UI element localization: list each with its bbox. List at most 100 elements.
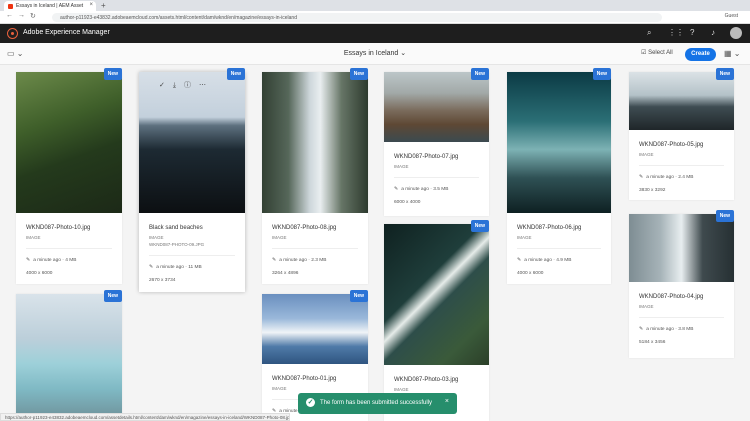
asset-thumbnail[interactable] [629, 72, 734, 130]
notifications-bell-icon[interactable]: ♪ [711, 28, 715, 37]
more-icon[interactable]: ⋯ [199, 82, 206, 89]
new-badge: New [103, 290, 122, 302]
asset-dimensions: 3830 x 3292 [639, 188, 666, 193]
asset-dimensions: 2670 x 3734 [149, 278, 176, 283]
pencil-icon: ✎ [26, 257, 31, 263]
reload-icon[interactable]: ↻ [30, 12, 36, 20]
asset-thumbnail[interactable] [139, 72, 245, 213]
asset-card[interactable]: ✓ ⤓ ⓘ ⋯ New Black sand beaches IMAGE WKND08… [139, 68, 245, 292]
asset-title: WKND087-Photo-06.jpg [517, 225, 582, 231]
new-badge: New [349, 290, 368, 302]
asset-thumbnail[interactable] [16, 294, 122, 421]
asset-type: IMAGE [272, 235, 287, 240]
download-icon[interactable]: ⤓ [173, 82, 176, 89]
select-check-icon[interactable]: ✓ [159, 82, 165, 89]
new-badge: New [470, 68, 489, 80]
avatar[interactable] [730, 27, 742, 39]
asset-type: IMAGE [26, 235, 41, 240]
asset-meta: ✎ a minute ago · 2.4 MB [639, 174, 694, 180]
new-badge: New [715, 68, 734, 80]
asset-thumbnail[interactable] [384, 72, 489, 142]
new-badge: New [715, 210, 734, 222]
aem-logo-icon[interactable] [7, 28, 18, 39]
quick-actions: ✓ ⤓ ⓘ ⋯ [159, 80, 214, 90]
asset-title: Black sand beaches [149, 225, 203, 231]
asset-type: IMAGE [149, 235, 164, 240]
chevron-down-icon: ⌄ [400, 50, 407, 57]
asset-meta: ✎ a minute ago · 3.5 MB [394, 186, 449, 192]
pencil-icon: ✎ [639, 174, 644, 180]
asset-filename: WKND087-PHOTO-09.JPG [149, 242, 205, 247]
help-icon[interactable]: ? [690, 28, 694, 37]
pencil-icon: ✎ [639, 326, 644, 332]
favicon-icon [8, 4, 13, 9]
create-button[interactable]: Create [685, 48, 716, 61]
asset-card[interactable]: New WKND087-Photo-03.jpg IMAGE [384, 220, 489, 421]
divider [639, 317, 724, 318]
asset-card[interactable]: New WKND087-Photo-07.jpg IMAGE ✎ a minute… [384, 68, 489, 216]
divider [394, 177, 479, 178]
pencil-icon: ✎ [149, 264, 154, 270]
divider [149, 255, 235, 256]
asset-type: IMAGE [639, 304, 654, 309]
view-switcher-icon[interactable]: ▦ ⌄ [724, 49, 740, 58]
asset-type: IMAGE [394, 164, 409, 169]
asset-title: WKND087-Photo-04.jpg [639, 294, 704, 300]
asset-thumbnail[interactable] [262, 72, 368, 213]
app-title[interactable]: Adobe Experience Manager [23, 29, 110, 36]
asset-card[interactable]: New WKND087-Photo-10.jpg IMAGE ✎ a minute… [16, 68, 122, 284]
asset-card[interactable]: New WKND087-Photo-06.jpg IMAGE ✎ a minute… [507, 68, 611, 284]
asset-type: IMAGE [272, 386, 287, 391]
asset-meta: ✎ a minute ago · 4 MB [26, 257, 77, 263]
toast-message: The form has been submitted successfully [320, 400, 433, 406]
info-icon[interactable]: ⓘ [184, 82, 191, 89]
back-icon[interactable]: ← [6, 12, 13, 19]
forward-icon[interactable]: → [18, 12, 25, 19]
asset-dimensions: 6000 x 4000 [394, 200, 421, 205]
close-icon[interactable]: × [445, 398, 449, 405]
asset-thumbnail[interactable] [507, 72, 611, 213]
asset-card[interactable]: New WKND087-Photo-08.jpg IMAGE ✎ a minute… [262, 68, 368, 284]
divider [26, 248, 112, 249]
guest-profile[interactable]: Guest [725, 13, 738, 19]
asset-type: IMAGE [394, 387, 409, 392]
asset-card[interactable]: New WKND087-Photo-04.jpg IMAGE ✎ a minute… [629, 210, 734, 358]
pencil-icon: ✎ [394, 186, 399, 192]
asset-thumbnail[interactable] [262, 294, 368, 364]
url-field[interactable]: author-p11923-e43832.adobeaemcloud.com/a… [52, 13, 662, 22]
browser-tab[interactable]: Essays in Iceland | AEM Asset × [4, 1, 96, 11]
app-header: Adobe Experience Manager ⌕ ⋮⋮ ? ♪ [0, 24, 750, 43]
page-title[interactable]: Essays in Iceland ⌄ [0, 49, 750, 57]
tab-title: Essays in Iceland | AEM Asset [16, 3, 84, 9]
link-status-bar: https://author-p11923-e43832.adobeaemclo… [0, 413, 290, 421]
checkmark-icon: ✓ [306, 398, 315, 407]
asset-thumbnail[interactable] [384, 224, 489, 365]
asset-type: IMAGE [517, 235, 532, 240]
new-badge: New [349, 68, 368, 80]
new-tab-icon[interactable]: + [101, 1, 106, 10]
asset-thumbnail[interactable] [629, 214, 734, 282]
asset-card[interactable]: New WKND087-Photo-05.jpg IMAGE ✎ a minute… [629, 68, 734, 200]
divider [639, 165, 724, 166]
action-bar: ▭ ⌄ Essays in Iceland ⌄ ☑ Select All Cre… [0, 43, 750, 65]
asset-title: WKND087-Photo-07.jpg [394, 154, 459, 160]
asset-title: WKND087-Photo-08.jpg [272, 225, 337, 231]
new-badge: New [103, 68, 122, 80]
solutions-grid-icon[interactable]: ⋮⋮ [668, 28, 684, 37]
asset-card[interactable]: New [16, 290, 122, 421]
asset-thumbnail[interactable] [16, 72, 122, 213]
asset-meta: ✎ a minute ago · 3.8 MB [639, 326, 694, 332]
asset-type: IMAGE [639, 152, 654, 157]
asset-title: WKND087-Photo-10.jpg [26, 225, 91, 231]
search-icon[interactable]: ⌕ [647, 28, 651, 38]
new-badge: New [226, 68, 245, 80]
asset-meta: ✎ a minute ago · 2.3 MB [272, 257, 327, 263]
asset-title: WKND087-Photo-01.jpg [272, 376, 337, 382]
select-all-button[interactable]: ☑ Select All [641, 49, 673, 56]
asset-dimensions: 4000 x 6000 [517, 271, 544, 276]
pencil-icon: ✎ [517, 257, 522, 263]
pencil-icon: ✎ [272, 257, 277, 263]
divider [517, 248, 601, 249]
asset-meta: ✎ a minute ago · 4.9 MB [517, 257, 572, 263]
close-tab-icon[interactable]: × [89, 2, 93, 8]
